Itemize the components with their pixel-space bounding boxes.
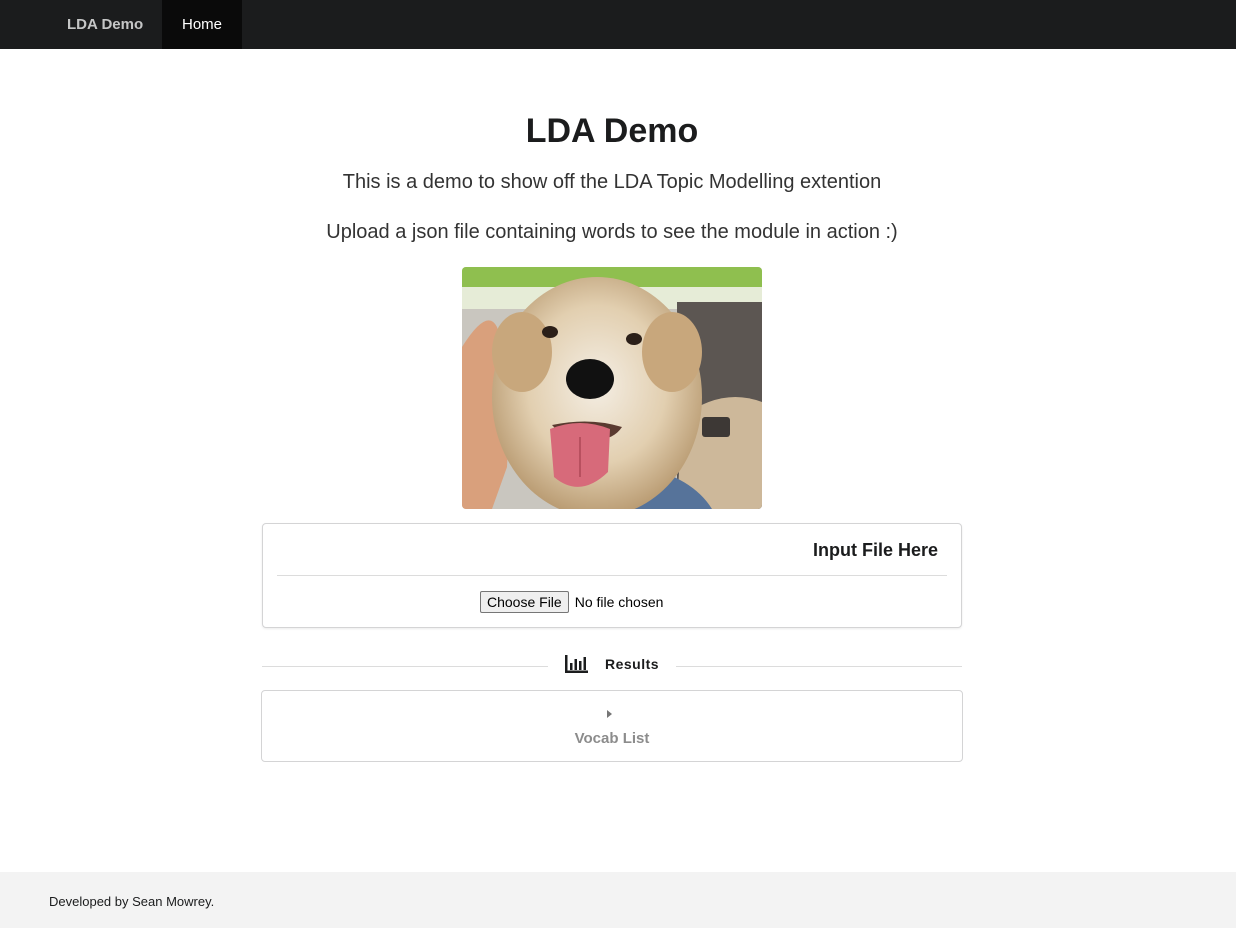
bar-chart-icon xyxy=(565,655,588,673)
intro-text: This is a demo to show off the LDA Topic… xyxy=(342,171,882,193)
upload-card-header: Input File Here xyxy=(812,540,938,560)
divider-line-right xyxy=(676,666,962,667)
footer-text: Developed by Sean Mowrey. xyxy=(49,894,215,909)
caret-right-icon xyxy=(607,710,612,718)
vocab-list-title: Vocab List xyxy=(574,730,650,747)
vocab-list-accordion[interactable]: Vocab List xyxy=(261,690,963,762)
nav-brand[interactable]: LDA Demo xyxy=(49,0,161,49)
results-divider: Results xyxy=(262,652,962,678)
dog-photo xyxy=(462,267,762,509)
page-title: LDA Demo xyxy=(525,112,699,150)
results-label: Results xyxy=(605,656,660,672)
file-status: No file chosen xyxy=(574,594,664,610)
choose-file-button[interactable]: Choose File xyxy=(480,591,569,613)
instruction-text: Upload a json file containing words to s… xyxy=(326,221,898,243)
upload-card: Input File Here Choose File No file chos… xyxy=(262,523,962,628)
file-input[interactable]: Choose File No file chosen xyxy=(480,591,663,613)
footer: Developed by Sean Mowrey. xyxy=(0,872,1236,928)
card-divider xyxy=(277,575,947,576)
top-navbar: LDA Demo Home xyxy=(0,0,1236,49)
nav-home-link[interactable]: Home xyxy=(162,0,242,49)
divider-line-left xyxy=(262,666,548,667)
